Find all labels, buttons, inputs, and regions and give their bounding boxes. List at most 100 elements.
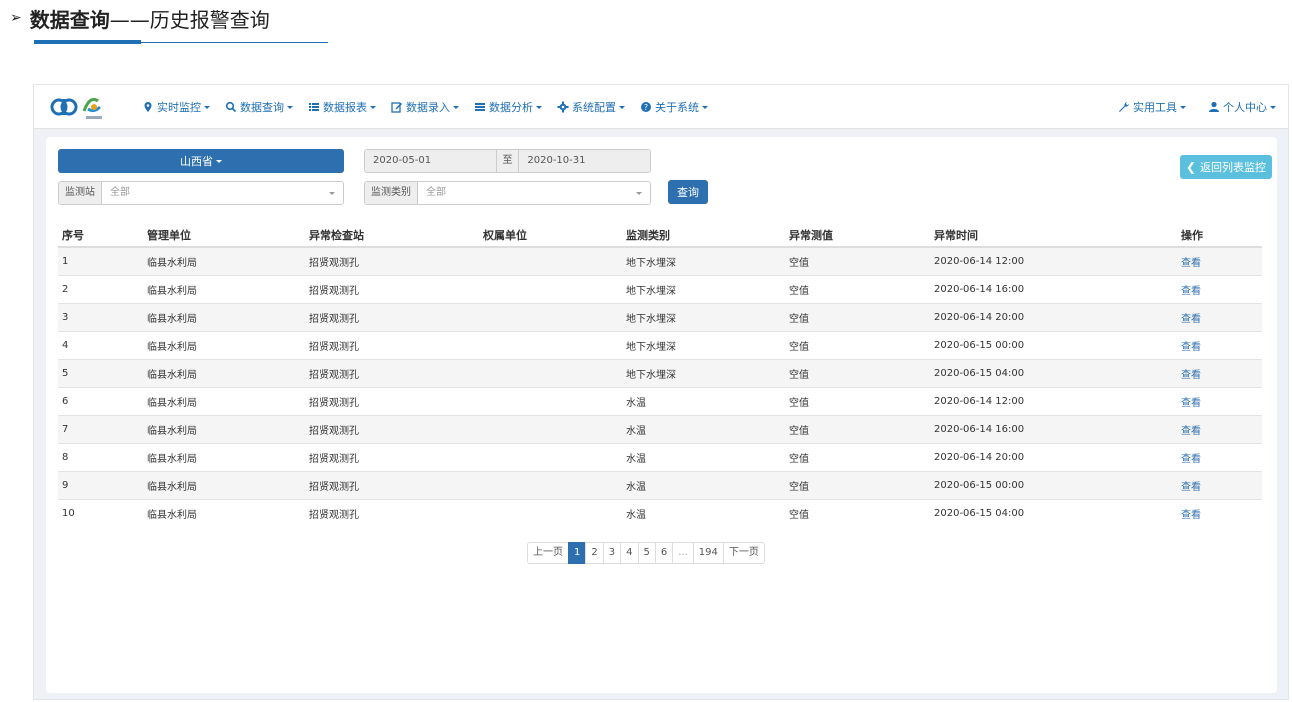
date-from-input[interactable]: 2020-05-01 [365,150,496,172]
col-header: 异常测值 [785,223,930,248]
back-to-list-button[interactable]: ❮ 返回列表监控 [1180,155,1272,179]
abnormal-time: 2020-06-14 12:00 [930,386,1177,415]
date-to-input[interactable]: 2020-10-31 [519,150,650,172]
nav-realtime-monitor[interactable]: 实时监控 [142,99,210,115]
view-link[interactable]: 查看 [1181,426,1201,437]
page-button-2[interactable]: 2 [585,542,604,564]
management-unit: 临县水利局 [143,302,305,331]
nav-tools[interactable]: 实用工具 [1118,99,1186,115]
management-unit: 临县水利局 [143,274,305,303]
caret-down-icon [453,105,459,109]
row-index: 6 [58,386,143,415]
ownership-unit [479,302,622,331]
table-row: 10 临县水利局 招贤观测孔 水温 空值 2020-06-15 04:00 查看 [58,498,1262,527]
view-link: 查看 [1177,330,1262,359]
ownership-unit [479,274,622,303]
logo [48,91,112,123]
prev-page-button[interactable]: 上一页 [527,542,569,564]
nav-data-report[interactable]: 数据报表 [308,99,376,115]
table-row: 7 临县水利局 招贤观测孔 水温 空值 2020-06-14 16:00 查看 [58,414,1262,443]
nav-label: 关于系统 [655,101,699,114]
next-page-button[interactable]: 下一页 [722,542,765,564]
pagination: 上一页 1 2 3 4 5 6 ... 194 下一页 [527,542,765,564]
station: 招贤观测孔 [305,386,479,415]
row-index: 1 [58,246,143,275]
view-link[interactable]: 查看 [1181,286,1201,297]
view-link: 查看 [1177,414,1262,443]
top-navbar: 实时监控 数据查询 数据报表 数据录入 数据分析 系统配置 ? 关于系统 实用工… [34,85,1288,129]
row-index: 8 [58,442,143,471]
col-header: 序号 [58,223,143,248]
page-button-4[interactable]: 4 [620,542,639,564]
management-unit: 临县水利局 [143,498,305,527]
app-window: 实时监控 数据查询 数据报表 数据录入 数据分析 系统配置 ? 关于系统 实用工… [33,84,1289,700]
abnormal-time: 2020-06-14 20:00 [930,302,1177,331]
abnormal-time: 2020-06-14 16:00 [930,274,1177,303]
province-dropdown[interactable]: 山西省 [58,149,344,173]
page-ellipsis: ... [672,542,694,564]
view-link[interactable]: 查看 [1181,342,1201,353]
nav-data-analysis[interactable]: 数据分析 [474,99,542,115]
row-index: 10 [58,498,143,527]
station-select[interactable]: 全部 [102,182,343,204]
type-select[interactable]: 全部 [418,182,650,204]
abnormal-time: 2020-06-15 00:00 [930,470,1177,499]
view-link: 查看 [1177,386,1262,415]
view-link[interactable]: 查看 [1181,454,1201,465]
view-link[interactable]: 查看 [1181,398,1201,409]
abnormal-value: 空值 [785,330,930,359]
search-icon [225,101,237,113]
alarm-table: 序号 管理单位 异常检查站 权属单位 监测类别 异常测值 异常时间 操作 1 临县… [58,223,1262,527]
monitor-type: 地下水埋深 [622,274,785,303]
caret-down-icon [1180,105,1186,109]
arrow-bullet-icon: ➢ [10,10,22,26]
nav-about-system[interactable]: ? 关于系统 [640,99,708,115]
management-unit: 临县水利局 [143,442,305,471]
table-row: 9 临县水利局 招贤观测孔 水温 空值 2020-06-15 00:00 查看 [58,470,1262,499]
monitor-type: 地下水埋深 [622,330,785,359]
query-button[interactable]: 查询 [668,180,708,204]
caret-down-icon [370,105,376,109]
abnormal-time: 2020-06-14 20:00 [930,442,1177,471]
logo-image [50,97,102,119]
page-button-5[interactable]: 5 [637,542,656,564]
abnormal-value: 空值 [785,386,930,415]
abnormal-value: 空值 [785,302,930,331]
edit-icon [391,102,402,113]
table-header-row: 序号 管理单位 异常检查站 权属单位 监测类别 异常测值 异常时间 操作 [58,223,1262,248]
view-link[interactable]: 查看 [1181,482,1201,493]
view-link[interactable]: 查看 [1181,510,1201,521]
management-unit: 临县水利局 [143,414,305,443]
ownership-unit [479,442,622,471]
station: 招贤观测孔 [305,442,479,471]
dropdown-arrow-icon [636,192,642,195]
row-index: 2 [58,274,143,303]
nav-data-entry[interactable]: 数据录入 [391,99,459,115]
col-header: 异常时间 [930,223,1177,248]
row-index: 3 [58,302,143,331]
station: 招贤观测孔 [305,302,479,331]
table-row: 5 临县水利局 招贤观测孔 地下水埋深 空值 2020-06-15 04:00 查看 [58,358,1262,387]
page-button-3[interactable]: 3 [602,542,622,564]
nav-system-config[interactable]: 系统配置 [557,99,625,115]
nav-data-query[interactable]: 数据查询 [225,99,293,115]
view-link[interactable]: 查看 [1181,314,1201,325]
abnormal-value: 空值 [785,498,930,527]
page-button-194[interactable]: 194 [692,542,724,564]
table-row: 4 临县水利局 招贤观测孔 地下水埋深 空值 2020-06-15 00:00 查看 [58,330,1262,359]
date-range: 2020-05-01 至 2020-10-31 [364,149,651,173]
heading-sub: ——历史报警查询 [109,7,270,32]
page-button-1[interactable]: 1 [568,542,587,564]
caret-down-icon [216,159,222,163]
col-header: 权属单位 [479,223,622,248]
nav-label: 数据录入 [406,101,450,114]
nav-user-center[interactable]: 个人中心 [1208,99,1276,115]
page-button-6[interactable]: 6 [654,542,674,564]
view-link[interactable]: 查看 [1181,258,1201,269]
monitor-type: 地下水埋深 [622,246,785,275]
view-link: 查看 [1177,358,1262,387]
ownership-unit [479,330,622,359]
station: 招贤观测孔 [305,358,479,387]
view-link: 查看 [1177,470,1262,499]
view-link[interactable]: 查看 [1181,370,1201,381]
